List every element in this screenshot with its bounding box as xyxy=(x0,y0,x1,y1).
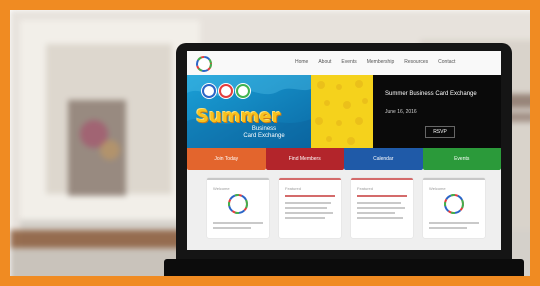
hero-yellow-svg xyxy=(311,75,373,148)
photo-scene: Home About Events Membership Resources C… xyxy=(10,10,530,276)
card-line xyxy=(285,217,325,219)
card[interactable]: Welcome xyxy=(423,178,485,238)
card-line xyxy=(357,207,405,209)
hero-left-panel: Summer Business Card Exchange xyxy=(187,75,311,148)
feature-tabs: Join Today Find Members Calendar Events xyxy=(187,148,501,170)
card-line xyxy=(213,222,263,224)
tab-join-today[interactable]: Join Today xyxy=(187,148,266,170)
orange-frame: Home About Events Membership Resources C… xyxy=(0,0,540,286)
tab-label: Join Today xyxy=(214,156,239,162)
event-date: June 16, 2016 xyxy=(385,109,417,115)
card-line xyxy=(357,202,401,204)
hero-banner: Summer Business Card Exchange Summer Bus… xyxy=(187,75,501,148)
site-logo xyxy=(195,55,213,73)
card-line xyxy=(285,202,331,204)
laptop-screen: Home About Events Membership Resources C… xyxy=(187,51,501,250)
card-line xyxy=(429,222,479,224)
card-line xyxy=(213,227,251,229)
seal-logos xyxy=(201,83,251,99)
laptop: Home About Events Membership Resources C… xyxy=(164,43,524,276)
nav-item[interactable]: About xyxy=(318,59,331,65)
nav-item[interactable]: Home xyxy=(295,59,308,65)
card-label: Welcome xyxy=(429,186,446,191)
nav-item[interactable]: Contact xyxy=(438,59,455,65)
tab-label: Calendar xyxy=(373,156,394,162)
tab-find-members[interactable]: Find Members xyxy=(265,148,344,170)
tab-events[interactable]: Events xyxy=(422,148,501,170)
content-cards: Welcome Featured Featured Welcome xyxy=(187,170,501,250)
card[interactable]: Welcome xyxy=(207,178,269,238)
laptop-bezel: Home About Events Membership Resources C… xyxy=(176,43,512,259)
card-line xyxy=(357,217,403,219)
card-line xyxy=(357,212,395,214)
card-accent xyxy=(357,195,407,197)
tab-label: Events xyxy=(454,156,470,162)
card-line xyxy=(429,227,467,229)
logo-svg xyxy=(196,56,212,72)
tab-calendar[interactable]: Calendar xyxy=(344,148,423,170)
card-line xyxy=(285,207,327,209)
card[interactable]: Featured xyxy=(351,178,413,238)
hero-yellow-panel xyxy=(311,75,373,148)
card-label: Featured xyxy=(357,186,374,191)
card-label: Featured xyxy=(285,186,302,191)
laptop-keyboard-base xyxy=(164,259,524,276)
hero-right-panel: Summer Business Card Exchange June 16, 2… xyxy=(373,75,501,148)
nav-item[interactable]: Resources xyxy=(404,59,428,65)
header-nav: Home About Events Membership Resources C… xyxy=(295,59,455,65)
tab-label: Find Members xyxy=(288,156,321,162)
event-title: Summer Business Card Exchange xyxy=(385,91,477,97)
card-label: Welcome xyxy=(213,186,230,191)
card[interactable]: Featured xyxy=(279,178,341,238)
card-accent xyxy=(285,195,335,197)
summer-wordmark: Summer xyxy=(196,106,281,127)
rsvp-button[interactable]: RSVP xyxy=(425,126,455,138)
nav-item[interactable]: Membership xyxy=(367,59,395,65)
website-header: Home About Events Membership Resources C… xyxy=(187,51,501,76)
hero-subtitle: Business Card Exchange xyxy=(243,126,285,139)
card-line xyxy=(285,212,333,214)
nav-item[interactable]: Events xyxy=(341,59,356,65)
